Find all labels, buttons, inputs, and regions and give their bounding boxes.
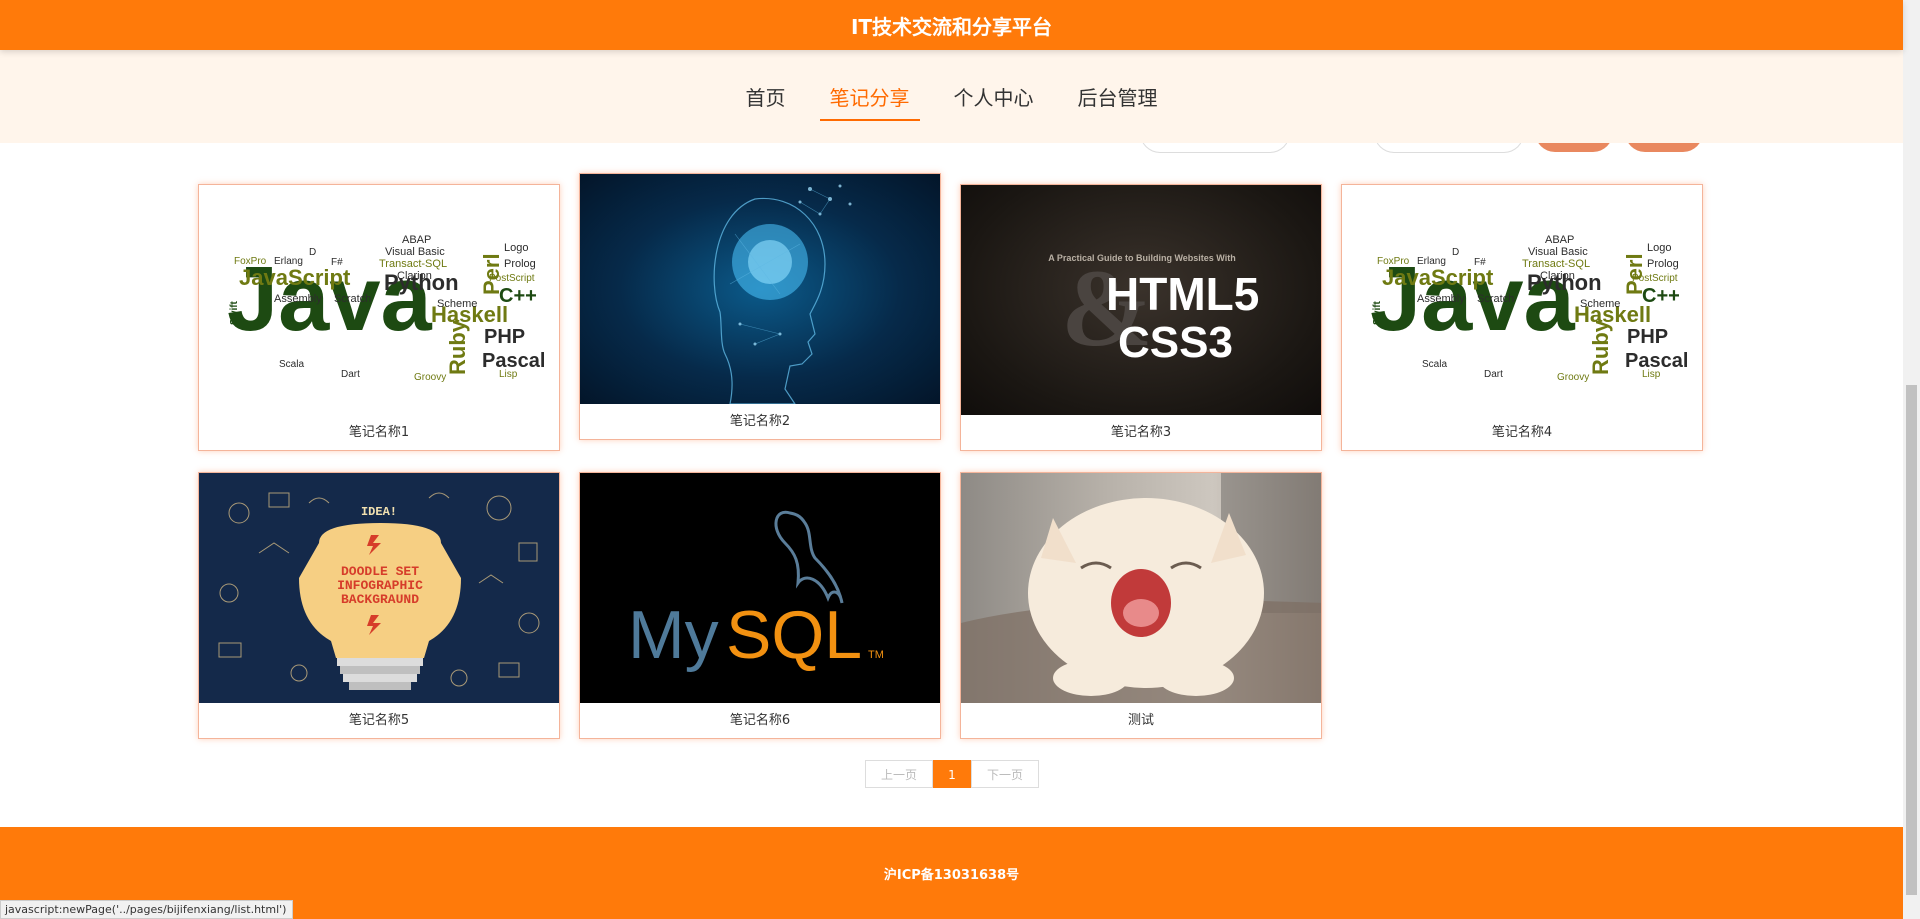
status-bar-url: javascript:newPage('../pages/bijifenxian…	[0, 900, 293, 919]
card-image: A Practical Guide to Building Websites W…	[961, 185, 1321, 415]
nav-home[interactable]: 首页	[736, 76, 796, 117]
transact-sql-word: Transact-SQL	[379, 258, 447, 270]
abap-word: ABAP	[1545, 234, 1574, 246]
lisp-word: Groovy	[414, 372, 446, 383]
card-image: Java JavaScript Python C++ Haskell PHP P…	[1342, 185, 1702, 415]
sas-word: Dart	[341, 369, 360, 380]
postscript-word: PostScript	[1632, 273, 1678, 284]
prolog-word: Prolog	[1647, 258, 1679, 270]
card-image	[961, 473, 1321, 703]
javascript-word: JavaScript	[239, 265, 351, 290]
doodle-line2: INFOGRAPHIC	[337, 578, 423, 593]
next-page-button[interactable]: 下一页	[971, 760, 1039, 788]
clarion-word: Clarion	[1540, 270, 1575, 282]
swift-word: Lisp	[499, 369, 518, 380]
idea-text: IDEA!	[361, 505, 397, 519]
visual-basic-word: Visual Basic	[385, 246, 445, 258]
mysql-tm-text: TM	[868, 649, 884, 661]
nav-personal-center[interactable]: 个人中心	[944, 76, 1044, 117]
site-title: IT技术交流和分享平台	[850, 14, 1053, 39]
postscript-word: PostScript	[489, 273, 535, 284]
erlang-word: FoxPro	[1377, 256, 1410, 267]
mysql-my-text: My	[628, 597, 719, 673]
note-card[interactable]: 笔记名称2	[579, 173, 941, 440]
css3-text: CSS3	[1118, 318, 1233, 367]
lisp-word: Groovy	[1557, 372, 1589, 383]
csharp-word: Erlang	[1417, 256, 1446, 267]
dart-word: Scala	[279, 359, 304, 370]
card-title[interactable]: 笔记名称5	[199, 703, 559, 739]
javascript-word: JavaScript	[1382, 265, 1494, 290]
doodle-line1: DOODLE SET	[341, 564, 419, 579]
icp-license-text[interactable]: 沪ICP备13031638号	[884, 864, 1019, 883]
swift-word: Lisp	[1642, 369, 1661, 380]
card-title[interactable]: 测试	[961, 703, 1321, 739]
transact-sql-word: Transact-SQL	[1522, 258, 1590, 270]
sas-word: Dart	[1484, 369, 1503, 380]
php-word: PHP	[484, 326, 525, 348]
ml-word: F#	[331, 257, 343, 268]
note-card[interactable]: My SQL TM 笔记名称6	[579, 472, 941, 739]
nav-admin[interactable]: 后台管理	[1068, 76, 1168, 117]
scrollbar-thumb[interactable]	[1906, 385, 1917, 895]
fsharp-word: D	[1452, 247, 1459, 258]
card-title[interactable]: 笔记名称6	[580, 703, 940, 739]
cobol-word: Swift	[229, 300, 240, 325]
card-title[interactable]: 笔记名称4	[1342, 415, 1702, 451]
nav-notes-share[interactable]: 笔记分享	[819, 76, 920, 121]
main-nav: 首页 笔记分享 个人中心 后台管理	[0, 50, 1903, 143]
dart-word: Scala	[1422, 359, 1447, 370]
scratch-word: Scratch	[1477, 293, 1514, 305]
ruby-word: Ruby	[445, 319, 470, 375]
csharp-word: Erlang	[274, 256, 303, 267]
note-card[interactable]: Java JavaScript Python C++ Haskell PHP P…	[198, 184, 560, 451]
erlang-word: FoxPro	[234, 256, 267, 267]
visual-basic-word: Visual Basic	[1528, 246, 1588, 258]
cobol-word: Swift	[1372, 300, 1383, 325]
card-title[interactable]: 笔记名称2	[580, 404, 940, 440]
fsharp-word: D	[309, 247, 316, 258]
page-number-button[interactable]: 1	[933, 760, 971, 788]
note-card[interactable]: 测试	[960, 472, 1322, 739]
mysql-sql-text: SQL	[726, 597, 862, 673]
prolog-word: Prolog	[504, 258, 536, 270]
note-card[interactable]: A Practical Guide to Building Websites W…	[960, 184, 1322, 451]
clarion-word: Clarion	[397, 270, 432, 282]
logo-word: Logo	[1647, 242, 1671, 254]
abap-word: ABAP	[402, 234, 431, 246]
ruby-word: Ruby	[1588, 319, 1613, 375]
card-image: IDEA! DOODLE SET INFOGRAPHIC BACKGRAUND	[199, 473, 559, 703]
pagination: 上一页 1 下一页	[865, 760, 1039, 788]
card-image	[580, 174, 940, 404]
scratch-word: Scratch	[334, 293, 371, 305]
assembly-word: Assembly	[274, 293, 322, 305]
card-image: My SQL TM	[580, 473, 940, 703]
prev-page-button[interactable]: 上一页	[865, 760, 933, 788]
ml-word: F#	[1474, 257, 1486, 268]
vertical-scrollbar[interactable]	[1903, 0, 1920, 919]
doodle-line3: BACKGRAUND	[341, 592, 419, 607]
php-word: PHP	[1627, 326, 1668, 348]
assembly-word: Assembly	[1417, 293, 1465, 305]
card-image: Java JavaScript Python C++ Haskell PHP P…	[199, 185, 559, 415]
html5-text: HTML5	[1106, 268, 1259, 320]
scheme-word: Scheme	[1580, 298, 1620, 310]
card-title[interactable]: 笔记名称1	[199, 415, 559, 451]
logo-word: Logo	[504, 242, 528, 254]
card-title[interactable]: 笔记名称3	[961, 415, 1321, 451]
note-card[interactable]: Java JavaScript Python C++ Haskell PHP P…	[1341, 184, 1703, 451]
note-card[interactable]: IDEA! DOODLE SET INFOGRAPHIC BACKGRAUND …	[198, 472, 560, 739]
scheme-word: Scheme	[437, 298, 477, 310]
site-header: IT技术交流和分享平台	[0, 0, 1903, 50]
